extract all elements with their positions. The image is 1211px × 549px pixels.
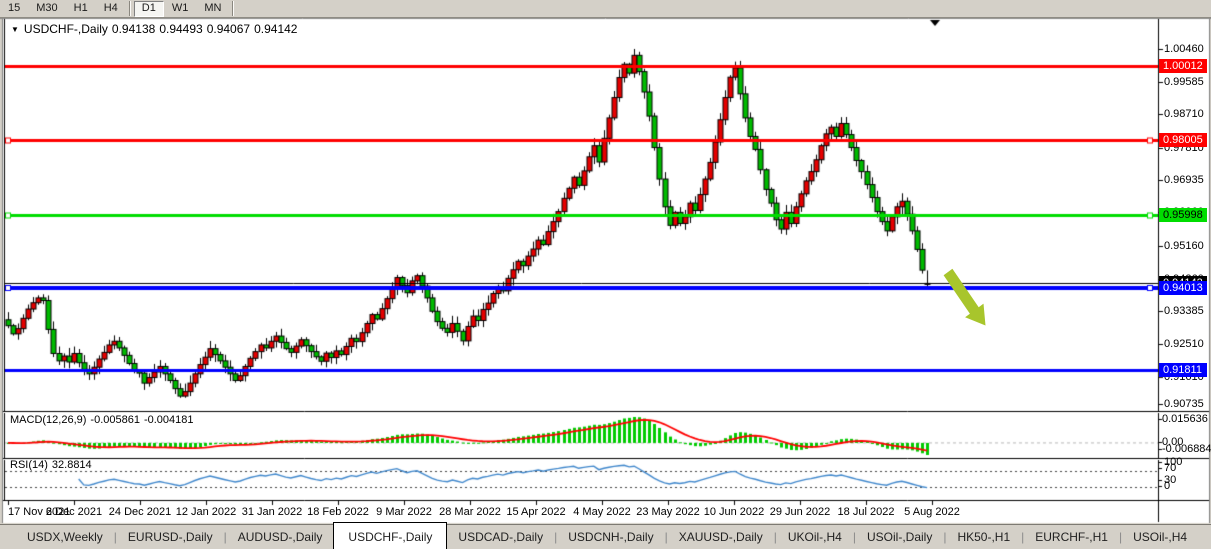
chart-tab-usdcnh-daily[interactable]: USDCNH-,Daily [557,525,664,549]
macd-name: MACD(12,26,9) [10,414,86,426]
chart-tab-eurchf-h1[interactable]: EURCHF-,H1 [1024,525,1119,549]
ohlc-close: 0.94142 [254,22,297,36]
macd-indicator-label: MACD(12,26,9) -0.005861 -0.004181 [10,414,198,426]
chart-tab-ukoil-h4[interactable]: UKOil-,H4 [777,525,853,549]
price-axis-tick-label: 1.00460 [1164,44,1204,55]
price-level-badge: 0.95998 [1159,208,1207,222]
date-axis-label: 18 Feb 2022 [307,506,369,518]
chart-tab-audusd-daily[interactable]: AUDUSD-,Daily [227,525,334,549]
ohlc-open: 0.94138 [112,22,155,36]
timeframe-button-d1[interactable]: D1 [134,1,164,17]
price-axis-tick-label: 0.98710 [1164,109,1204,120]
price-level-badge: 0.94013 [1159,281,1207,295]
price-axis-tick-label: 0.99585 [1164,77,1204,88]
timeframe-button-w1[interactable]: W1 [164,1,197,17]
chart-symbol-label: USDCHF-,Daily [24,22,108,36]
chart-tab-usdx-weekly[interactable]: USDX,Weekly [16,525,114,549]
chart-tab-bar: USDX,Weekly|EURUSD-,Daily|AUDUSD-,DailyU… [0,524,1211,549]
tab-scroll-arrows: ◄► [1198,525,1211,549]
price-axis-tick-label: 0.92510 [1164,339,1204,350]
rsi-axis-label: 0 [1164,481,1170,492]
rsi-value: 32.8814 [52,459,92,471]
price-axis-tick-label: 0.90735 [1164,399,1204,410]
date-axis-label: 5 Aug 2022 [904,506,960,518]
ohlc-high: 0.94493 [159,22,202,36]
price-level-badge: 0.91811 [1159,363,1207,377]
chevron-down-icon[interactable]: ▼ [11,25,19,34]
price-level-badge: 1.00012 [1159,59,1207,73]
chart-tab-hk50-h1[interactable]: HK50-,H1 [946,525,1021,549]
chart-tab-xauusd-daily[interactable]: XAUUSD-,Daily [668,525,774,549]
chart-tab-usdchf-daily[interactable]: USDCHF-,Daily [333,522,447,549]
date-axis-label: 31 Jan 2022 [242,506,303,518]
macd-axis-label: -0.006884 [1162,444,1211,455]
price-axis-tick-label: 0.96935 [1164,175,1204,186]
timeframe-button-h1[interactable]: H1 [66,1,96,17]
date-axis-label: 29 Jun 2022 [770,506,831,518]
timeframe-button-m30[interactable]: M30 [28,1,65,17]
date-axis-label: 23 May 2022 [636,506,700,518]
date-axis-label: 28 Mar 2022 [439,506,501,518]
date-axis-label: 10 Jun 2022 [704,506,765,518]
macd-main-value: -0.005861 [90,414,140,426]
rsi-indicator-label: RSI(14) 32.8814 [10,459,96,471]
timeframe-toolbar: 15M30H1H4 D1W1MN [0,0,1211,18]
macd-axis-label: 0.015636 [1162,414,1208,425]
date-axis-label: 4 May 2022 [573,506,630,518]
date-axis-label: 15 Apr 2022 [506,506,565,518]
timeframe-button-h4[interactable]: H4 [96,1,126,17]
timeframe-button-15[interactable]: 15 [0,1,28,17]
price-level-badge: 0.98005 [1159,133,1207,147]
price-axis-tick-label: 0.93385 [1164,306,1204,317]
chart-canvas[interactable] [0,0,1211,549]
chart-tab-usoil-h4[interactable]: USOil-,H4 [1122,525,1198,549]
rsi-axis-label: 70 [1164,463,1176,474]
date-axis-label: 24 Dec 2021 [109,506,171,518]
macd-signal-value: -0.004181 [144,414,194,426]
timeframe-button-mn[interactable]: MN [196,1,229,17]
trading-terminal-window: 15M30H1H4 D1W1MN ▼ USDCHF-,Daily 0.94138 0.9… [0,0,1211,549]
chart-tab-usoil-daily[interactable]: USOil-,Daily [856,525,943,549]
date-axis-label: 6 Dec 2021 [46,506,102,518]
chart-header: ▼ USDCHF-,Daily 0.94138 0.94493 0.94067 0.941… [11,22,301,36]
chart-tab-eurusd-daily[interactable]: EURUSD-,Daily [117,525,224,549]
price-axis-tick-label: 0.95160 [1164,241,1204,252]
toolbar-separator [129,1,131,16]
ohlc-low: 0.94067 [207,22,250,36]
date-axis-label: 18 Jul 2022 [838,506,895,518]
date-axis-label: 9 Mar 2022 [376,506,432,518]
toolbar-separator [232,1,234,16]
date-axis-label: 12 Jan 2022 [176,506,237,518]
chart-tab-usdcad-daily[interactable]: USDCAD-,Daily [447,525,554,549]
rsi-name: RSI(14) [10,459,48,471]
